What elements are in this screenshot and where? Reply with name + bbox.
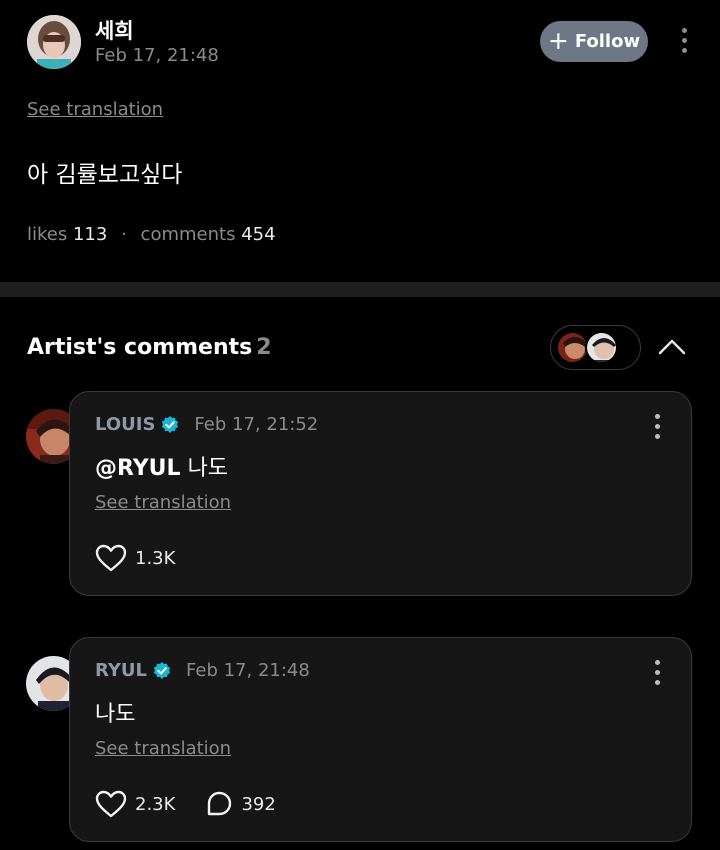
reply-count: 392	[241, 793, 276, 815]
post-timestamp: Feb 17, 21:48	[95, 45, 219, 66]
artist-comments-heading: Artist's comments 2	[27, 335, 272, 360]
comments-label: comments	[140, 224, 236, 245]
reply-button[interactable]: 392	[205, 790, 276, 818]
post-stats: likes 113 · comments 454	[27, 224, 276, 245]
comment-more-options-icon[interactable]	[652, 414, 662, 442]
plus-icon: +	[547, 26, 569, 55]
author-avatar[interactable]	[27, 15, 81, 69]
artist-comments-count: 2	[256, 335, 272, 360]
section-divider	[0, 282, 720, 297]
artist-avatar-ryul-mini	[585, 331, 618, 364]
comment-text: 나도	[95, 696, 135, 728]
comment-see-translation-link[interactable]: See translation	[95, 738, 231, 759]
comment-see-translation-link[interactable]: See translation	[95, 492, 231, 513]
post-detail-screen: 세희 Feb 17, 21:48 + Follow See translatio…	[0, 0, 720, 850]
comment-author-name[interactable]: LOUIS	[95, 414, 155, 435]
comment-author-name[interactable]: RYUL	[95, 660, 147, 681]
like-count: 1.3K	[135, 547, 176, 569]
speech-bubble-icon	[208, 791, 232, 816]
likes-label: likes	[27, 224, 68, 245]
post-author-name[interactable]: 세희	[95, 15, 134, 45]
post-see-translation-link[interactable]: See translation	[27, 99, 163, 120]
artist-comments-title: Artist's comments	[27, 335, 253, 360]
comment-text: @RYUL 나도	[95, 450, 228, 482]
post-body-text: 아 김률보고싶다	[27, 162, 183, 188]
post-more-options-icon[interactable]	[674, 28, 694, 56]
chevron-up-icon[interactable]	[657, 336, 687, 358]
verified-badge-icon	[153, 661, 171, 679]
heart-outline-icon	[95, 544, 127, 572]
comment-header: RYUL Feb 17, 21:48	[95, 660, 310, 681]
heart-outline-icon	[95, 790, 127, 818]
comment-actions: 2.3K 392	[95, 790, 276, 818]
artist-comment-card: LOUIS Feb 17, 21:52 @RYUL 나도 See transla…	[69, 391, 692, 596]
verified-badge-icon	[162, 415, 179, 433]
comment-timestamp: Feb 17, 21:52	[194, 414, 319, 435]
follow-label: Follow	[574, 31, 641, 52]
artist-avatar-stack[interactable]	[550, 325, 641, 370]
comment-more-options-icon[interactable]	[652, 660, 662, 688]
stats-separator: ·	[121, 224, 127, 245]
comment-header: LOUIS Feb 17, 21:52	[95, 414, 318, 435]
like-button[interactable]: 2.3K	[95, 790, 175, 818]
comment-actions: 1.3K	[95, 544, 175, 572]
comment-body: 나도	[95, 702, 136, 727]
comments-count: 454	[241, 224, 276, 245]
follow-button[interactable]: + Follow	[540, 21, 648, 62]
comment-body: 나도	[187, 456, 229, 481]
artist-comment-card: RYUL Feb 17, 21:48 나도 See translation 2.…	[69, 637, 692, 842]
comment-timestamp: Feb 17, 21:48	[186, 660, 310, 681]
like-count: 2.3K	[135, 793, 176, 815]
mention-link[interactable]: @RYUL	[95, 456, 181, 481]
like-button[interactable]: 1.3K	[95, 544, 175, 572]
likes-count: 113	[72, 224, 108, 245]
